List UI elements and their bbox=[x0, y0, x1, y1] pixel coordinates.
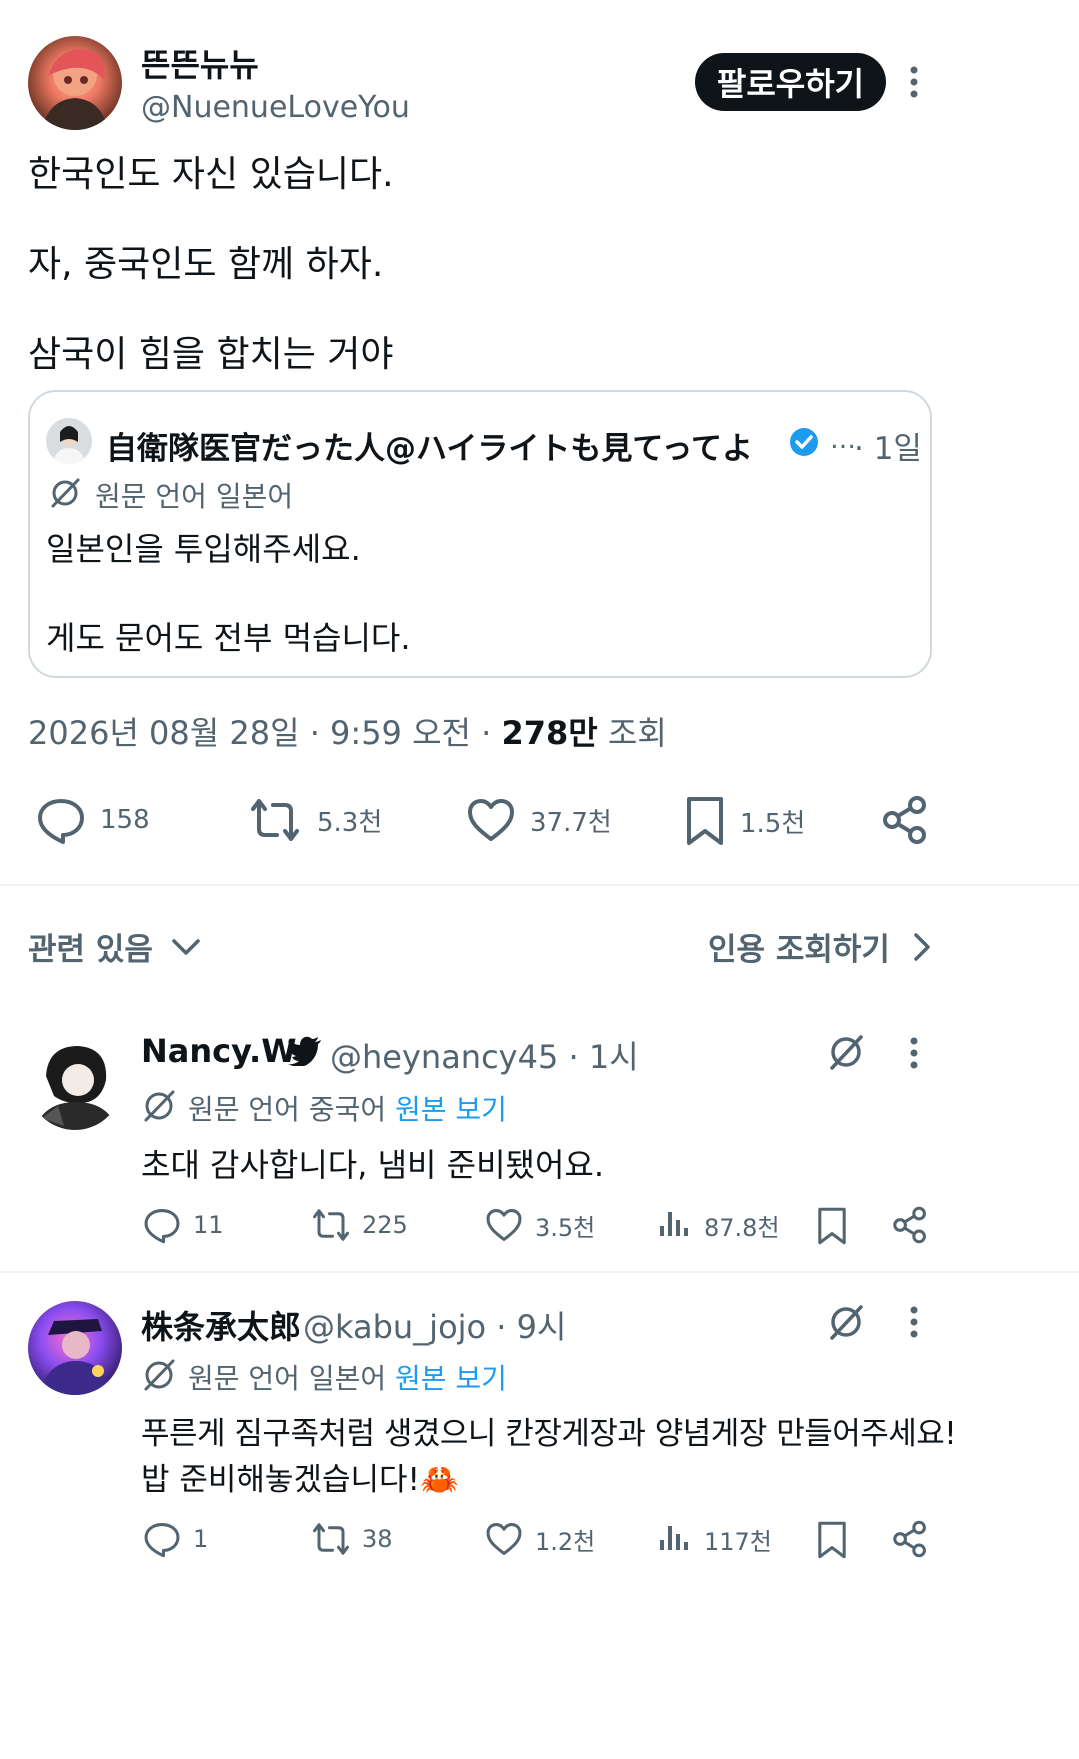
tweet-text-line: 자, 중국인도 함께 하자. bbox=[28, 244, 384, 285]
retweet-count: 225 bbox=[362, 1211, 408, 1239]
like-count: 37.7천 bbox=[530, 807, 612, 838]
show-original-link[interactable]: 원본 보기 bbox=[395, 1357, 507, 1397]
retweet-icon bbox=[310, 1206, 352, 1244]
like-button[interactable]: 1.2천 bbox=[485, 1520, 595, 1558]
chevron-down-icon bbox=[171, 937, 201, 957]
author-handle[interactable]: @NuenueLoveYou bbox=[141, 90, 410, 125]
reply-author-avatar[interactable] bbox=[28, 1301, 122, 1395]
view-quotes-label: 인용 조회하기 bbox=[708, 932, 890, 968]
like-button[interactable]: 37.7천 bbox=[466, 795, 612, 845]
tweet-text-line: 삼국이 힘을 합치는 거야 bbox=[28, 334, 394, 375]
quoted-translate-label: 원문 언어 일본어 bbox=[95, 480, 294, 513]
like-count: 3.5천 bbox=[535, 1213, 596, 1242]
reply-icon bbox=[143, 1520, 181, 1558]
retweet-icon bbox=[247, 795, 303, 845]
translate-icon bbox=[141, 1357, 177, 1393]
reply-button[interactable]: 158 bbox=[36, 795, 150, 845]
views-button[interactable]: 117천 bbox=[658, 1520, 772, 1558]
reply-handle-time[interactable]: @kabu_jojo · 9시 bbox=[303, 1302, 566, 1348]
more-icon[interactable] bbox=[904, 1302, 924, 1342]
views-count: 87.8천 bbox=[704, 1213, 780, 1242]
retweet-count: 38 bbox=[362, 1525, 393, 1553]
tweet-meta: 2026년 08월 28일 · 9:59 오전 · 278만 조회 bbox=[28, 708, 667, 754]
retweet-count: 5.3천 bbox=[317, 807, 383, 838]
reply-count: 11 bbox=[193, 1211, 224, 1239]
follow-button[interactable]: 팔로우하기 bbox=[695, 53, 886, 111]
retweet-button[interactable]: 38 bbox=[310, 1520, 393, 1558]
reply-author-name[interactable]: 株条承太郎 bbox=[141, 1302, 301, 1348]
more-icon[interactable] bbox=[904, 62, 924, 102]
bookmark-icon[interactable] bbox=[816, 1520, 848, 1560]
avatar-illustration bbox=[42, 49, 108, 130]
retweet-button[interactable]: 225 bbox=[310, 1206, 408, 1244]
quoted-time: · 1일 bbox=[854, 431, 922, 467]
quoted-text-line: 게도 문어도 전부 먹습니다. bbox=[46, 619, 411, 657]
bookmark-icon bbox=[684, 795, 726, 847]
tweet-timestamp[interactable]: 2026년 08월 28일 · 9:59 오전 · bbox=[28, 714, 491, 752]
bird-icon bbox=[288, 1036, 322, 1066]
bookmark-count: 1.5천 bbox=[740, 808, 806, 839]
author-avatar[interactable] bbox=[28, 36, 122, 130]
reply-handle-time[interactable]: @heynancy45 · 1시 bbox=[330, 1032, 639, 1078]
view-quotes-link[interactable]: 인용 조회하기 bbox=[708, 924, 932, 969]
reply-text-line: 초대 감사합니다, 냄비 준비됐어요. bbox=[141, 1146, 605, 1184]
view-count: 278만 bbox=[501, 714, 598, 752]
quoted-ellipsis: … bbox=[830, 425, 856, 455]
reply-icon bbox=[36, 795, 86, 845]
chevron-right-icon bbox=[912, 932, 932, 962]
reply-count: 1 bbox=[193, 1525, 209, 1553]
like-button[interactable]: 3.5천 bbox=[485, 1206, 595, 1244]
like-icon bbox=[485, 1520, 523, 1558]
verified-badge-icon bbox=[788, 426, 820, 458]
sort-dropdown[interactable]: 관련 있음 bbox=[28, 924, 201, 969]
share-icon[interactable] bbox=[891, 1520, 929, 1558]
retweet-icon bbox=[310, 1520, 352, 1558]
like-icon bbox=[466, 795, 516, 845]
views-icon bbox=[658, 1206, 690, 1244]
reply-count: 158 bbox=[100, 805, 150, 835]
reply-author-avatar[interactable] bbox=[28, 1036, 122, 1130]
author-name[interactable]: 뜬뜬뉴뉴 bbox=[141, 40, 259, 86]
reply-button[interactable]: 1 bbox=[143, 1520, 208, 1558]
quoted-author-name: 自衛隊医官だった人@ハイライトも見てってよ bbox=[106, 431, 753, 467]
like-count: 1.2천 bbox=[535, 1527, 596, 1556]
reply-author-name[interactable]: Nancy.W bbox=[141, 1032, 297, 1070]
translate-icon[interactable] bbox=[826, 1032, 866, 1072]
sort-label: 관련 있음 bbox=[28, 932, 153, 968]
translate-icon[interactable] bbox=[826, 1302, 866, 1342]
share-icon[interactable] bbox=[880, 795, 930, 845]
reply-button[interactable]: 11 bbox=[143, 1206, 224, 1244]
views-icon bbox=[658, 1520, 690, 1558]
share-icon[interactable] bbox=[891, 1206, 929, 1244]
reply-text-line: 밥 준비해놓겠습니다!🦀 bbox=[141, 1462, 459, 1498]
reply-divider bbox=[0, 1271, 1079, 1273]
section-divider bbox=[0, 884, 1079, 886]
more-icon[interactable] bbox=[904, 1033, 924, 1073]
bookmark-button[interactable]: 1.5천 bbox=[684, 795, 805, 847]
reply-icon bbox=[143, 1206, 181, 1244]
show-original-link[interactable]: 원본 보기 bbox=[395, 1088, 507, 1128]
reply-translate-label: 원문 언어 중국어 bbox=[188, 1093, 387, 1126]
views-count: 117천 bbox=[704, 1527, 772, 1556]
tweet-text-line: 한국인도 자신 있습니다. bbox=[28, 154, 394, 195]
retweet-button[interactable]: 5.3천 bbox=[247, 795, 382, 845]
views-button[interactable]: 87.8천 bbox=[658, 1206, 780, 1244]
view-label: 조회 bbox=[607, 714, 667, 752]
reply-text-line: 푸른게 짐구족처럼 생겼으니 칸장게장과 양념게장 만들어주세요! bbox=[141, 1416, 957, 1452]
bookmark-icon[interactable] bbox=[816, 1206, 848, 1246]
reply-translate-label: 원문 언어 일본어 bbox=[188, 1362, 387, 1395]
quoted-author-avatar bbox=[46, 418, 92, 464]
like-icon bbox=[485, 1206, 523, 1244]
translate-icon bbox=[141, 1088, 177, 1124]
translate-icon bbox=[48, 476, 82, 510]
quoted-text-line: 일본인을 투입해주세요. bbox=[46, 530, 361, 568]
